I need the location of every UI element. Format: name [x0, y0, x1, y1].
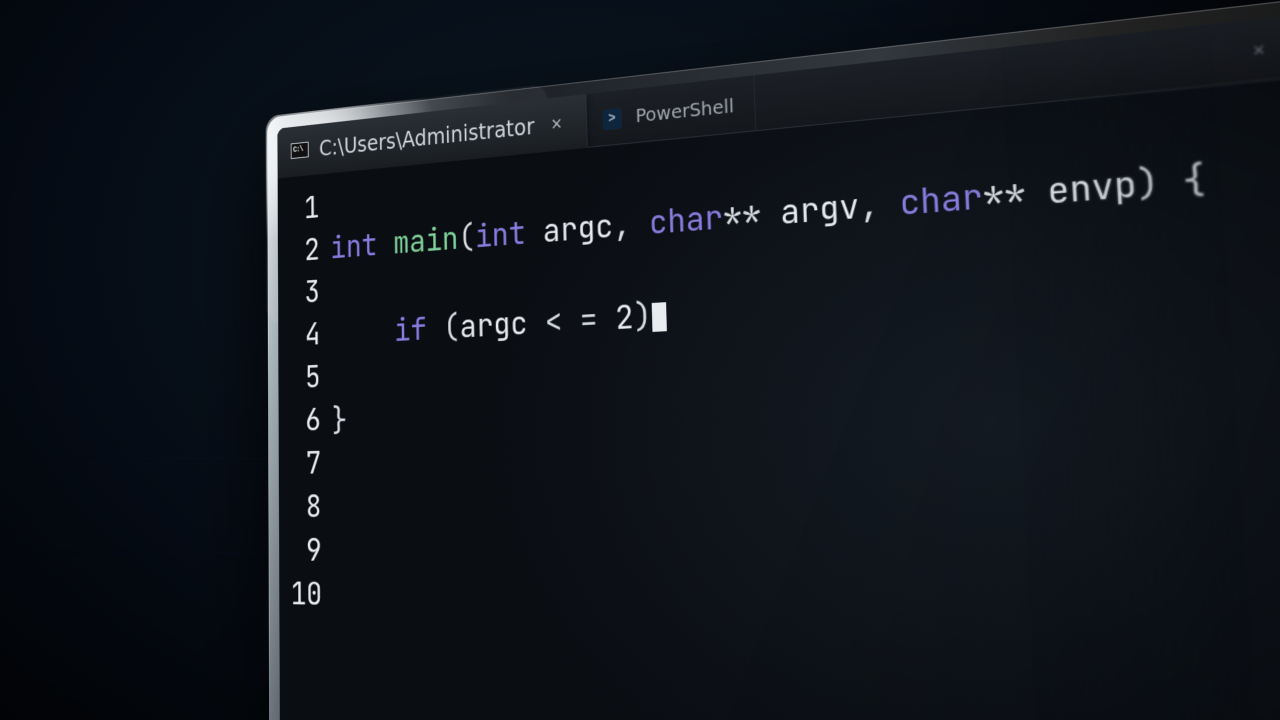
tab-title: PowerShell	[635, 95, 734, 124]
line-number: 8	[279, 485, 322, 529]
code-line: }	[331, 357, 1280, 442]
window-frame: C:\ C:\Users\Administrator × > PowerShel…	[267, 0, 1280, 720]
line-number: 6	[279, 399, 322, 443]
scene-3d: C:\ C:\Users\Administrator × > PowerShel…	[175, 55, 1280, 720]
powershell-icon: >	[602, 107, 623, 128]
code-editor[interactable]: 12345678910 int main(int argc, char** ar…	[278, 71, 1280, 720]
line-number: 10	[279, 572, 322, 616]
code-line: if (argc < = 2)	[331, 248, 1280, 356]
close-icon[interactable]: ×	[546, 109, 568, 139]
stage: C:\ C:\Users\Administrator × > PowerShel…	[0, 0, 1280, 720]
tab-extras: × ⌄	[1250, 7, 1280, 81]
terminal-window[interactable]: C:\ C:\Users\Administrator × > PowerShel…	[277, 7, 1280, 720]
line-number: 7	[279, 442, 322, 486]
depth-blur	[1001, 7, 1280, 720]
code-area[interactable]: int main(int argc, char** argv, char** e…	[330, 71, 1280, 720]
line-number-gutter: 12345678910	[278, 173, 335, 720]
close-icon[interactable]: ×	[1252, 39, 1266, 60]
line-number: 5	[278, 356, 320, 401]
text-cursor	[651, 302, 666, 332]
tab-title: C:\Users\Administrator	[319, 115, 535, 159]
line-number: 1	[278, 187, 320, 232]
line-number: 4	[278, 313, 320, 358]
line-number: 3	[278, 271, 320, 316]
line-number: 9	[279, 529, 322, 573]
code-line: int main(int argc, char** argv, char** e…	[330, 140, 1280, 270]
line-number: 2	[278, 229, 320, 274]
cmd-icon: C:\	[291, 141, 309, 160]
